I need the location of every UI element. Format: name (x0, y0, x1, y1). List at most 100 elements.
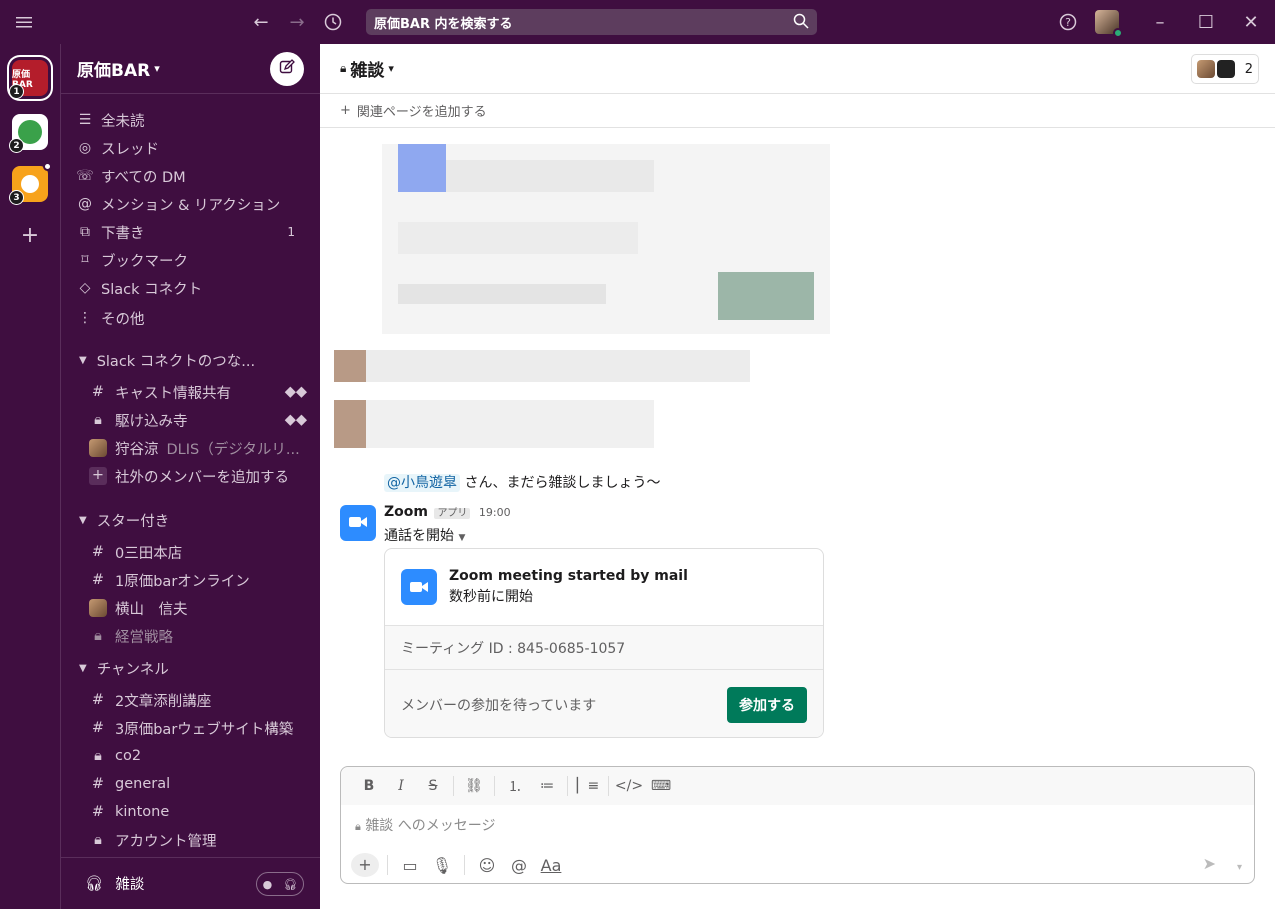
user-avatar[interactable] (1095, 10, 1123, 38)
send-icon[interactable]: ➤ (1203, 854, 1216, 873)
channel-item[interactable]: 🔒︎ co2 (89, 743, 309, 769)
channel-item[interactable]: # キャスト情報共有 ◆◆ (89, 379, 309, 405)
channel-item[interactable]: #2文章添削講座 (89, 687, 309, 713)
members-button[interactable]: 2 (1191, 54, 1259, 84)
nav-all-dms[interactable]: ☏ すべての DM (75, 163, 309, 189)
mention-message: @小鳥遊皐 さん、まだら雑談しましょう〜 (384, 472, 660, 492)
history-clock-icon[interactable] (322, 11, 344, 33)
channel-chevron-down-icon[interactable]: ▾ (388, 62, 394, 75)
nav-mentions[interactable]: @ メンション & リアクション (75, 191, 309, 217)
nav-mentions-label: メンション & リアクション (101, 197, 281, 214)
huddle-headphones-icon: 🎧︎ (85, 876, 104, 892)
zoom-message-header: Zoom アプリ 19:00 (384, 504, 511, 520)
nav-slack-connect-label: Slack コネクト (101, 281, 203, 298)
channel-item[interactable]: # kintone (89, 799, 309, 825)
bookmark-bar[interactable]: + 関連ページを追加する (320, 94, 1275, 128)
add-external-members[interactable]: + 社外のメンバーを追加する (89, 463, 309, 489)
emoji-icon[interactable]: ☺ (473, 856, 501, 875)
sidebar-footer[interactable]: 🎧︎ 雑談 ● 🎧︎ (61, 857, 320, 909)
add-workspace-icon[interactable]: + (20, 224, 40, 248)
text-format-icon[interactable]: Aa (537, 856, 565, 875)
code-block-icon[interactable]: ⌨︎ (645, 778, 677, 794)
user-mention[interactable]: @小鳥遊皐 (384, 474, 460, 492)
channel-item[interactable]: 🔒︎ 駆け込み寺 ◆◆ (89, 407, 309, 433)
hash-icon: # (91, 776, 105, 792)
italic-icon[interactable]: I (385, 778, 417, 794)
dm-item[interactable]: 狩谷涼 DLIS（デジタルリ... (89, 435, 309, 461)
bulleted-list-icon[interactable]: ≔ (531, 778, 563, 794)
channel-title[interactable]: 雑談 (350, 56, 384, 81)
workspace-3-button[interactable]: 3 (9, 162, 52, 205)
dm-item[interactable]: 横山 信夫 (89, 595, 309, 621)
huddle-toggle[interactable]: ● 🎧︎ (256, 872, 304, 896)
channel-item[interactable]: #1原価barオンライン (89, 567, 309, 593)
section-starred[interactable]: ▼ スター付き (79, 508, 169, 532)
search-bar[interactable]: 原価BAR 内を検索する (366, 9, 817, 35)
channel-label: 0三田本店 (115, 545, 183, 562)
channel-item[interactable]: # general (89, 771, 309, 797)
message-timestamp[interactable]: 19:00 (479, 506, 511, 519)
more-icon: ⋮ (78, 310, 92, 326)
workspace-name: 原価BAR (77, 61, 151, 81)
link-icon[interactable]: ⛓︎ (458, 778, 490, 794)
nav-threads[interactable]: ◎ スレッド (75, 135, 309, 161)
channel-item[interactable]: #0三田本店 (89, 539, 309, 565)
compose-button[interactable] (270, 52, 304, 86)
bold-icon[interactable]: B (353, 778, 385, 794)
zoom-app-avatar[interactable] (340, 505, 376, 541)
main-pane: 🔒︎ 雑談 ▾ 2 + 関連ページを追加する @小鳥遊皐 さん、まだら雑談しまし… (320, 44, 1275, 909)
forward-arrow-icon[interactable]: → (286, 11, 308, 33)
zoom-action[interactable]: 通話を開始 ▼ (384, 525, 465, 545)
unread-dot-icon (43, 162, 52, 171)
nav-unreads[interactable]: ☰ 全未読 (75, 107, 309, 133)
ordered-list-icon[interactable]: ⒈ (499, 776, 531, 796)
channel-item[interactable]: #3原価barウェブサイト構築 (89, 715, 309, 741)
microphone-icon[interactable]: 🎙︎ (428, 856, 456, 875)
hamburger-menu-icon[interactable] (14, 12, 34, 32)
workspace-rail: 原価BAR 1 2 3 + (0, 44, 60, 909)
lock-icon: 🔒︎ (94, 412, 102, 428)
waiting-text: メンバーの参加を待っています (401, 697, 597, 714)
sidebar-header[interactable]: 原価BAR ▾ (61, 44, 320, 94)
send-options-chevron-icon[interactable]: ▾ (1237, 862, 1242, 873)
channel-label: co2 (115, 748, 142, 764)
minimize-icon[interactable]: – (1150, 12, 1170, 33)
blurred-avatar (334, 400, 366, 448)
nav-bookmarks-label: ブックマーク (101, 253, 188, 270)
threads-icon: ◎ (78, 140, 92, 156)
plus-icon[interactable]: + (351, 853, 379, 877)
sender-name[interactable]: Zoom (384, 504, 428, 520)
strikethrough-icon[interactable]: S (417, 778, 449, 794)
plus-icon: + (89, 467, 107, 485)
close-icon[interactable]: ✕ (1241, 12, 1261, 33)
blockquote-icon[interactable]: ▏≡ (572, 778, 604, 794)
hash-icon: # (91, 572, 105, 588)
channel-label: general (115, 776, 171, 792)
dm-label: 横山 信夫 (115, 601, 188, 618)
channel-item[interactable]: 🔒︎ 経営戦略 (89, 623, 309, 649)
maximize-icon[interactable]: ☐ (1196, 12, 1216, 33)
section-channels[interactable]: ▼ チャンネル (79, 656, 169, 680)
blurred-image (398, 144, 446, 192)
section-title: Slack コネクトのつな... (96, 353, 256, 370)
message-composer: B I S ⛓︎ ⒈ ≔ ▏≡ </> ⌨︎ 🔒︎ 雑談 へのメッセージ + ▭… (340, 766, 1255, 884)
nav-more[interactable]: ⋮ その他 (75, 305, 309, 331)
nav-bookmarks[interactable]: ⌑ ブックマーク (75, 247, 309, 273)
code-icon[interactable]: </> (613, 778, 645, 794)
channel-item[interactable]: 🔒︎ アカウント管理 (89, 827, 309, 853)
nav-drafts[interactable]: ⧉ 下書き 1 (75, 219, 309, 245)
video-clip-icon[interactable]: ▭ (396, 856, 424, 875)
section-slack-connect[interactable]: ▼ Slack コネクトのつな... (79, 348, 255, 372)
message-input[interactable]: 🔒︎ 雑談 へのメッセージ (355, 815, 495, 835)
workspace-2-button[interactable]: 2 (9, 114, 48, 153)
mention-icon[interactable]: @ (505, 856, 533, 875)
help-icon[interactable]: ? (1058, 12, 1078, 32)
nav-more-label: その他 (101, 311, 145, 328)
back-arrow-icon[interactable]: ← (250, 11, 272, 33)
toggle-knob-icon: ● (262, 877, 273, 891)
huddle-channel-label: 雑談 (115, 877, 145, 893)
nav-slack-connect[interactable]: ◇ Slack コネクト (75, 275, 309, 301)
join-button[interactable]: 参加する (727, 687, 807, 723)
shared-channel-icon: ◆◆ (284, 384, 307, 400)
workspace-1-button[interactable]: 原価BAR 1 (9, 60, 48, 99)
